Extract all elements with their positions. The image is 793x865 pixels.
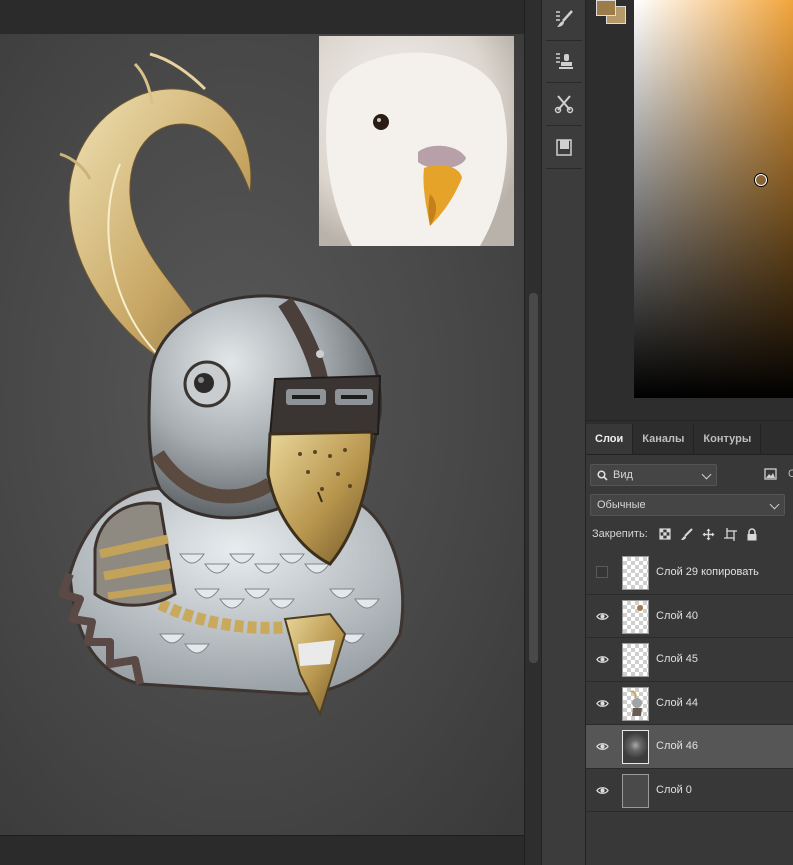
visibility-toggle[interactable] (596, 566, 608, 578)
layer-name[interactable]: Слой 0 (656, 784, 692, 796)
lock-transparent-pixels-icon[interactable] (659, 528, 671, 540)
clone-source-icon[interactable] (546, 44, 582, 78)
color-picker-panel (586, 0, 793, 420)
blend-mode-select[interactable]: Обычные (590, 494, 785, 516)
document-canvas-area[interactable] (0, 0, 524, 865)
scrollbar-thumb[interactable] (529, 293, 538, 663)
layer-row[interactable]: Слой 29 копировать (586, 551, 793, 595)
reference-photo (319, 36, 514, 246)
layer-filter-select[interactable]: Вид (590, 464, 717, 486)
layer-name[interactable]: Слой 46 (656, 740, 698, 752)
image-filter-icon[interactable] (764, 468, 777, 480)
layer-row[interactable]: Слой 45 (586, 638, 793, 682)
lock-artboard-icon[interactable] (723, 527, 737, 541)
panel-tool-strip (541, 0, 586, 865)
vertical-scrollbar[interactable] (524, 0, 541, 865)
tool-presets-icon[interactable] (546, 86, 582, 120)
search-icon (597, 469, 608, 481)
lock-position-icon[interactable] (702, 528, 715, 541)
layer-row[interactable]: Слой 44 (586, 682, 793, 725)
layer-filter-row: Вид О (590, 464, 793, 486)
lock-all-icon[interactable] (746, 527, 758, 541)
document-top-bar (0, 0, 524, 34)
artwork-image (0, 34, 524, 835)
layer-row-selected[interactable]: Слой 46 (586, 725, 793, 769)
eye-icon[interactable] (596, 653, 609, 666)
layer-filter-label: Вид (613, 469, 633, 481)
tab-channels[interactable]: Каналы (633, 424, 695, 454)
eye-icon[interactable] (596, 610, 609, 623)
notes-icon[interactable] (546, 130, 582, 164)
layer-name[interactable]: Слой 29 копировать (656, 566, 759, 578)
layer-name[interactable]: Слой 44 (656, 697, 698, 709)
artwork-canvas[interactable] (0, 34, 524, 835)
lock-row: Закрепить: (592, 525, 758, 543)
layer-thumbnail (622, 556, 649, 590)
lock-image-pixels-icon[interactable] (680, 527, 693, 541)
layer-list: Слой 29 копировать Слой 40 Слой 45 Слой … (586, 551, 793, 812)
layer-thumbnail (622, 686, 649, 721)
chevron-down-icon (769, 499, 780, 510)
layer-row[interactable]: Слой 40 (586, 595, 793, 638)
layer-row[interactable]: Слой 0 (586, 769, 793, 812)
brush-settings-icon[interactable] (546, 2, 582, 36)
tab-paths[interactable]: Контуры (694, 424, 762, 454)
layer-thumbnail (622, 730, 649, 764)
layer-name[interactable]: Слой 45 (656, 653, 698, 665)
document-status-bar (0, 835, 524, 865)
chevron-down-icon (701, 469, 712, 480)
eye-icon[interactable] (596, 740, 609, 753)
eye-icon[interactable] (596, 697, 609, 710)
layer-name[interactable]: Слой 40 (656, 610, 698, 622)
layer-thumbnail (622, 773, 649, 808)
layer-thumbnail (622, 599, 649, 634)
foreground-color-swatch[interactable] (596, 0, 616, 16)
color-picker-cursor[interactable] (755, 174, 767, 186)
layers-panel: Слои Каналы Контуры Вид О Обычные Закреп… (586, 420, 793, 865)
lock-label: Закрепить: (592, 528, 648, 540)
filter-type-extra[interactable]: О (788, 468, 793, 480)
saturation-brightness-field[interactable] (634, 0, 793, 398)
blend-mode-value: Обычные (597, 499, 646, 511)
panel-tabs: Слои Каналы Контуры (586, 421, 793, 455)
layer-thumbnail (622, 643, 649, 677)
tab-layers[interactable]: Слои (586, 424, 634, 454)
eye-icon[interactable] (596, 784, 609, 797)
